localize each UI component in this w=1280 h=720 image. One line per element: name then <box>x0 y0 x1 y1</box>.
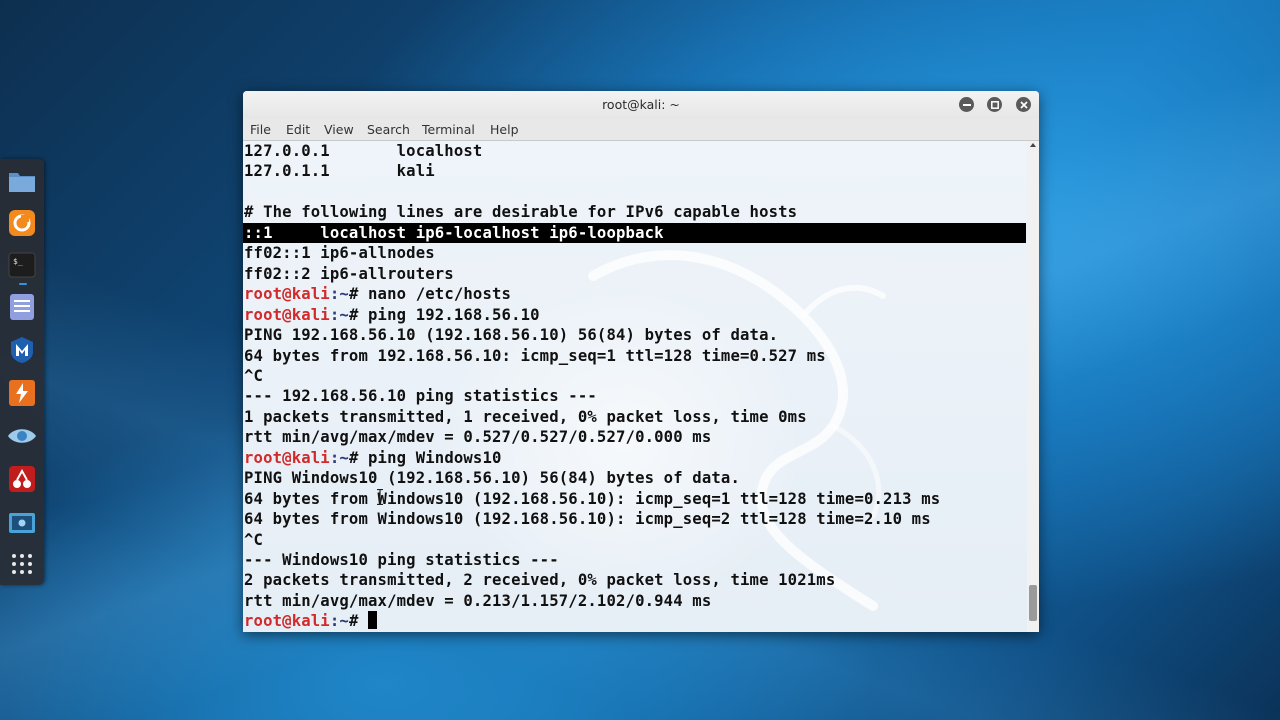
command-text: ping Windows10 <box>368 448 502 467</box>
window-title: root@kali: ~ <box>602 97 680 112</box>
output-line: 2 packets transmitted, 2 received, 0% pa… <box>244 571 836 590</box>
prompt-user: root@kali <box>244 285 330 304</box>
command-line: root@kali:~# <box>244 611 378 631</box>
command-line: root@kali:~# nano /etc/hosts <box>244 284 511 304</box>
menu-terminal[interactable]: Terminal <box>422 122 475 137</box>
menu-search[interactable]: Search <box>367 122 410 137</box>
output-line: 1 packets transmitted, 1 received, 0% pa… <box>244 407 807 426</box>
menu-view[interactable]: View <box>324 122 354 137</box>
text-editor-icon[interactable] <box>7 292 37 322</box>
command-line: root@kali:~# ping Windows10 <box>244 448 502 468</box>
prompt-path: :~ <box>329 305 349 324</box>
close-icon <box>1019 100 1028 109</box>
cherrytree-icon[interactable] <box>7 464 37 494</box>
svg-text:$_: $_ <box>13 257 23 266</box>
output-line: ::1 localhost ip6-localhost ip6-loopback <box>243 222 1026 243</box>
output-line: --- Windows10 ping statistics --- <box>244 551 559 569</box>
output-line: ff02::1 ip6-allnodes <box>244 244 435 263</box>
output-line: 64 bytes from Windows10 (192.168.56.10):… <box>244 510 931 529</box>
terminal-window: root@kali: ~ File Edit View Search Termi… <box>243 91 1039 632</box>
menu-edit[interactable]: Edit <box>286 122 310 137</box>
prompt-path: :~ <box>329 448 349 467</box>
prompt-symbol: # <box>348 305 369 324</box>
prompt-user: root@kali <box>244 612 330 631</box>
command-text: ping 192.168.56.10 <box>368 305 540 324</box>
close-button[interactable] <box>1016 97 1031 112</box>
output-line: 64 bytes from Windows10 (192.168.56.10):… <box>244 489 941 508</box>
output-line: 127.0.1.1 kali <box>244 162 435 181</box>
running-indicator <box>19 283 27 285</box>
output-line: ff02::2 ip6-allrouters <box>244 264 454 283</box>
scroll-up-arrow-icon[interactable] <box>1030 143 1036 147</box>
text-cursor <box>368 611 378 630</box>
maximize-button[interactable] <box>987 97 1002 112</box>
title-bar[interactable]: root@kali: ~ <box>243 91 1039 118</box>
prompt-user: root@kali <box>244 305 330 324</box>
minimize-icon <box>962 103 971 106</box>
output-line: PING 192.168.56.10 (192.168.56.10) 56(84… <box>244 326 779 345</box>
output-line: ^C <box>244 366 264 385</box>
minimize-button[interactable] <box>959 97 974 112</box>
scrollbar[interactable] <box>1027 141 1039 632</box>
menu-bar: File Edit View Search Terminal Help <box>243 118 1039 141</box>
output-line: ^C <box>244 530 264 549</box>
scrollbar-thumb[interactable] <box>1029 585 1037 621</box>
prompt-symbol: # <box>348 612 369 631</box>
prompt-symbol: # <box>348 285 369 304</box>
output-line: PING Windows10 (192.168.56.10) 56(84) by… <box>244 469 740 488</box>
command-line: root@kali:~# ping 192.168.56.10 <box>244 305 540 325</box>
output-line: --- 192.168.56.10 ping statistics --- <box>244 387 597 406</box>
dock: $_ <box>0 159 44 585</box>
screenshot-icon[interactable] <box>7 508 37 538</box>
output-line: rtt min/avg/max/mdev = 0.213/1.157/2.102… <box>244 591 712 610</box>
output-line: rtt min/avg/max/mdev = 0.527/0.527/0.527… <box>244 428 712 447</box>
files-folder-icon[interactable] <box>7 166 37 196</box>
maximize-icon <box>990 100 999 109</box>
output-line: 127.0.0.1 localhost <box>244 142 483 160</box>
output-line: 64 bytes from 192.168.56.10: icmp_seq=1 … <box>244 346 826 365</box>
output-line: # The following lines are desirable for … <box>244 203 798 222</box>
menu-help[interactable]: Help <box>490 122 519 137</box>
menu-file[interactable]: File <box>250 122 271 137</box>
command-text: nano /etc/hosts <box>368 285 512 304</box>
terminal-output[interactable]: 127.0.0.1 localhost 127.0.1.1 kali # The f… <box>243 141 1027 632</box>
metasploit-icon[interactable] <box>7 335 37 365</box>
prompt-path: :~ <box>329 285 349 304</box>
eye-icon[interactable] <box>7 421 37 451</box>
ibeam-cursor-icon <box>377 489 383 505</box>
prompt-symbol: # <box>348 448 369 467</box>
terminal-icon[interactable]: $_ <box>7 250 37 280</box>
prompt-path: :~ <box>329 612 349 631</box>
show-applications-icon[interactable] <box>7 549 37 579</box>
firefox-icon[interactable] <box>7 208 37 238</box>
prompt-user: root@kali <box>244 448 330 467</box>
burpsuite-icon[interactable] <box>7 378 37 408</box>
